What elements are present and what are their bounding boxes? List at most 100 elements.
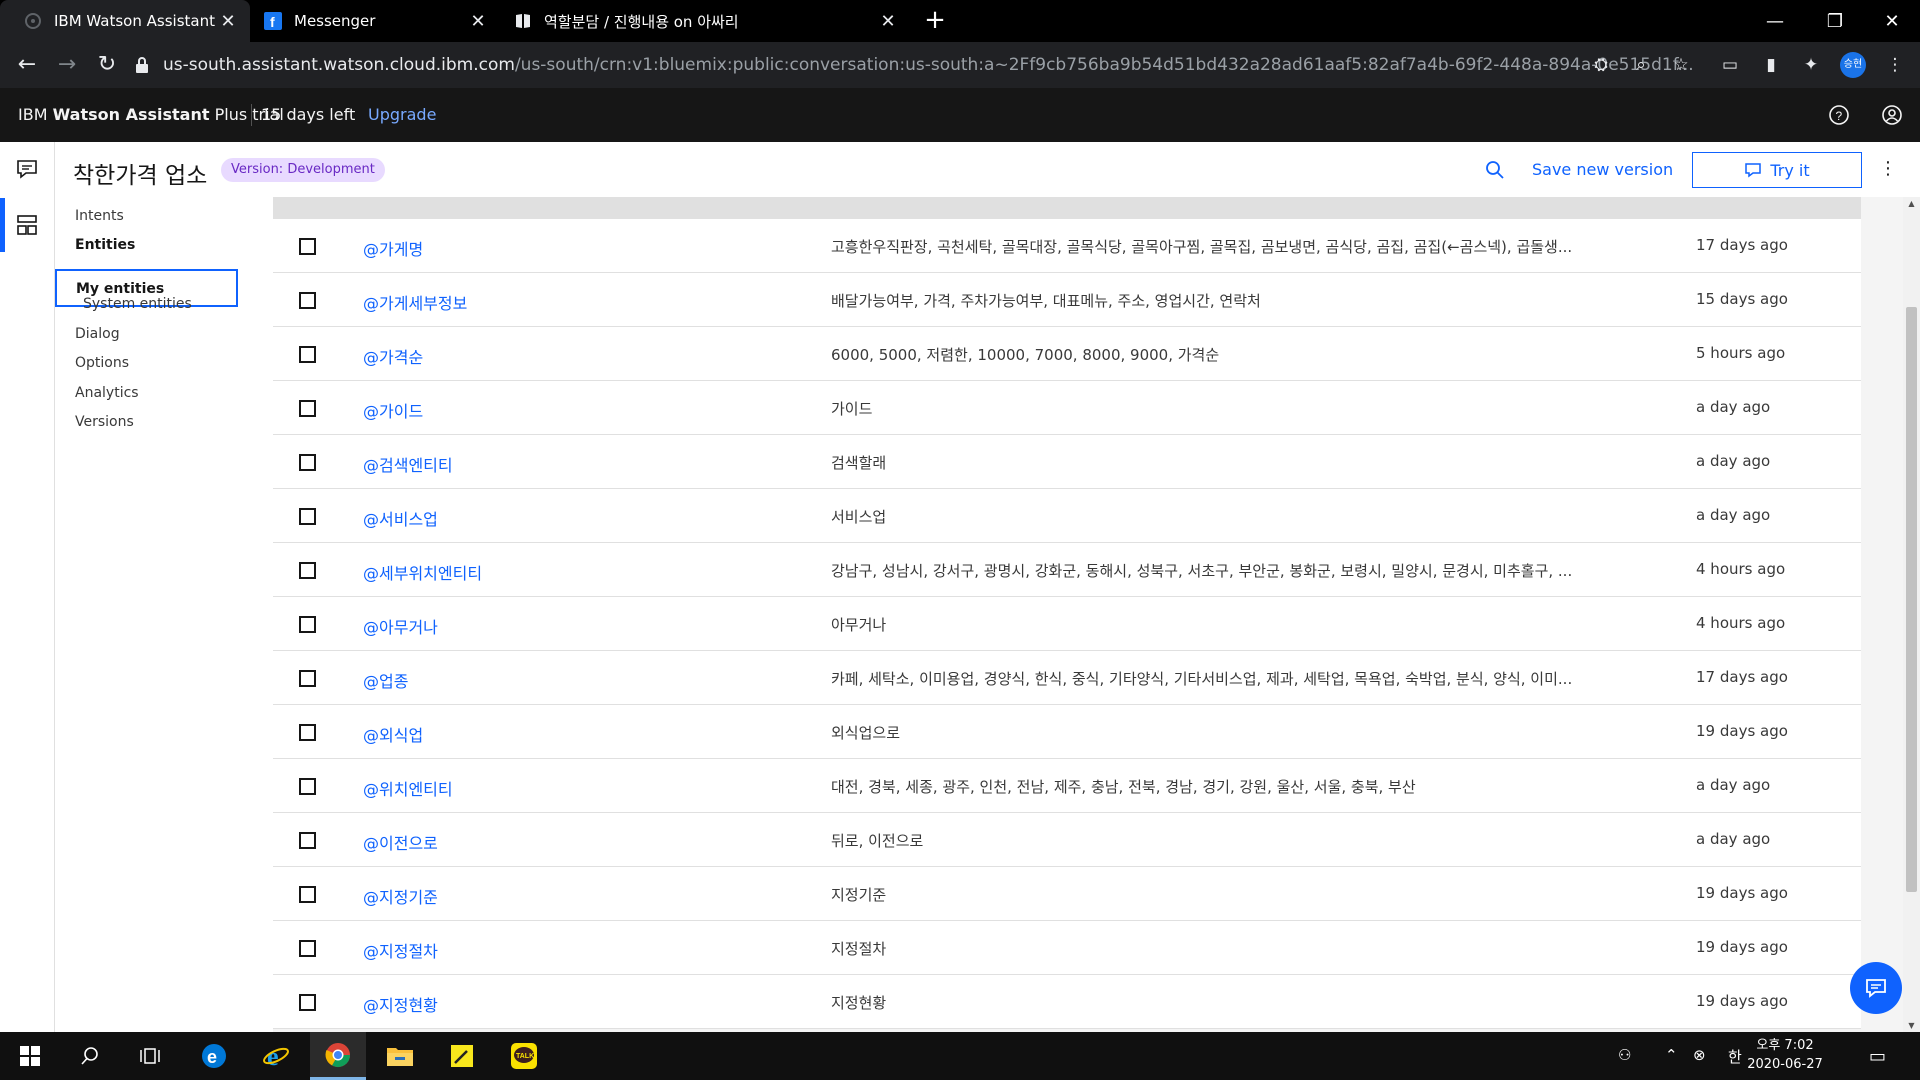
- search-icon[interactable]: [1485, 160, 1505, 180]
- entity-name-link[interactable]: @가게명: [363, 236, 423, 260]
- nav-options[interactable]: Options: [75, 355, 129, 371]
- scroll-down-icon[interactable]: ▼: [1903, 1021, 1920, 1030]
- row-checkbox[interactable]: [299, 292, 316, 309]
- entity-name-link[interactable]: @외식업: [363, 722, 423, 746]
- table-row[interactable]: @지정절차 지정절차 19 days ago: [273, 921, 1861, 975]
- product-name[interactable]: IBM Watson Assistant Plus trial: [18, 105, 284, 124]
- table-row[interactable]: @이전으로 뒤로, 이전으로 a day ago: [273, 813, 1861, 867]
- try-it-button[interactable]: Try it: [1692, 152, 1862, 188]
- nav-system-entities[interactable]: System entities: [83, 296, 192, 312]
- extension-icon[interactable]: ▮: [1756, 50, 1786, 80]
- upgrade-link[interactable]: Upgrade: [368, 105, 436, 124]
- internet-explorer-icon[interactable]: e: [248, 1032, 304, 1080]
- ime-indicator[interactable]: 한: [1728, 1046, 1742, 1067]
- puzzle-extensions-icon[interactable]: ✦: [1796, 50, 1826, 80]
- row-checkbox[interactable]: [299, 886, 316, 903]
- overflow-menu-icon[interactable]: ⋮: [1879, 160, 1897, 178]
- windows-start-icon[interactable]: [2, 1032, 58, 1080]
- save-new-version-button[interactable]: Save new version: [1532, 160, 1673, 179]
- sticky-notes-icon[interactable]: [434, 1032, 490, 1080]
- extension-cast-icon[interactable]: ▭: [1715, 50, 1745, 80]
- row-checkbox[interactable]: [299, 454, 316, 471]
- translate-icon[interactable]: ⛭: [1586, 50, 1616, 80]
- notifications-icon[interactable]: ▭: [1869, 1046, 1886, 1067]
- chrome-icon[interactable]: [310, 1032, 366, 1080]
- search-icon[interactable]: [62, 1032, 118, 1080]
- entity-name-link[interactable]: @가게세부정보: [363, 290, 467, 314]
- table-row[interactable]: @검색엔티티 검색할래 a day ago: [273, 435, 1861, 489]
- zoom-icon[interactable]: ⌕: [1626, 50, 1656, 80]
- browser-menu-icon[interactable]: ⋮: [1880, 50, 1910, 80]
- entity-name-link[interactable]: @이전으로: [363, 830, 438, 854]
- close-tab-icon[interactable]: ✕: [466, 11, 490, 32]
- table-row[interactable]: @서비스업 서비스업 a day ago: [273, 489, 1861, 543]
- row-checkbox[interactable]: [299, 670, 316, 687]
- row-checkbox[interactable]: [299, 562, 316, 579]
- row-checkbox[interactable]: [299, 832, 316, 849]
- row-checkbox[interactable]: [299, 616, 316, 633]
- chat-launcher-button[interactable]: [1850, 962, 1902, 1014]
- entity-name-link[interactable]: @세부위치엔티티: [363, 560, 482, 584]
- entity-name-link[interactable]: @서비스업: [363, 506, 438, 530]
- address-bar[interactable]: us-south.assistant.watson.cloud.ibm.com/…: [135, 47, 1725, 83]
- close-tab-icon[interactable]: ✕: [216, 11, 240, 32]
- nav-analytics[interactable]: Analytics: [75, 385, 139, 401]
- people-icon[interactable]: ⚇: [1618, 1046, 1631, 1064]
- clock[interactable]: 오후 7:02 2020-06-27: [1745, 1036, 1825, 1074]
- row-checkbox[interactable]: [299, 400, 316, 417]
- row-checkbox[interactable]: [299, 778, 316, 795]
- table-row[interactable]: @위치엔티티 대전, 경북, 세종, 광주, 인천, 전남, 제주, 충남, 전북…: [273, 759, 1861, 813]
- vertical-scrollbar[interactable]: ▲ ▼: [1903, 197, 1920, 1032]
- skills-icon[interactable]: [14, 212, 40, 238]
- entity-name-link[interactable]: @업종: [363, 668, 408, 692]
- entity-name-link[interactable]: @지정현황: [363, 992, 438, 1016]
- scroll-up-icon[interactable]: ▲: [1903, 199, 1920, 208]
- row-checkbox[interactable]: [299, 238, 316, 255]
- table-row[interactable]: @지정현황 지정현황 19 days ago: [273, 975, 1861, 1029]
- restore-icon[interactable]: ❐: [1805, 0, 1865, 42]
- entity-name-link[interactable]: @가이드: [363, 398, 423, 422]
- row-checkbox[interactable]: [299, 724, 316, 741]
- edge-icon[interactable]: e: [186, 1032, 242, 1080]
- new-tab-button[interactable]: +: [920, 6, 950, 36]
- entity-name-link[interactable]: @가격순: [363, 344, 423, 368]
- table-row[interactable]: @가격순 6000, 5000, 저렴한, 10000, 7000, 8000, …: [273, 327, 1861, 381]
- chat-bubble-icon[interactable]: [14, 156, 40, 182]
- entity-name-link[interactable]: @아무거나: [363, 614, 438, 638]
- file-explorer-icon[interactable]: [372, 1032, 428, 1080]
- browser-tab-notion[interactable]: 역할분담 / 진행내용 on 아싸리 ✕: [500, 0, 910, 42]
- entity-name-link[interactable]: @지정절차: [363, 938, 438, 962]
- close-tab-icon[interactable]: ✕: [876, 11, 900, 32]
- minimize-icon[interactable]: —: [1745, 0, 1805, 42]
- nav-versions[interactable]: Versions: [75, 414, 134, 430]
- nav-dialog[interactable]: Dialog: [75, 326, 120, 342]
- task-view-icon[interactable]: [122, 1032, 178, 1080]
- row-checkbox[interactable]: [299, 994, 316, 1011]
- bookmark-star-icon[interactable]: ☆: [1666, 50, 1696, 80]
- reload-icon[interactable]: ↻: [92, 50, 122, 80]
- table-row[interactable]: @가게세부정보 배달가능여부, 가격, 주차가능여부, 대표메뉴, 주소, 영업시…: [273, 273, 1861, 327]
- close-window-icon[interactable]: ✕: [1862, 0, 1920, 42]
- network-off-icon[interactable]: ⊗: [1693, 1046, 1706, 1064]
- scroll-thumb[interactable]: [1906, 307, 1917, 892]
- browser-tab-messenger[interactable]: f Messenger ✕: [250, 0, 500, 42]
- table-row[interactable]: @아무거나 아무거나 4 hours ago: [273, 597, 1861, 651]
- help-icon[interactable]: ?: [1826, 102, 1852, 128]
- row-checkbox[interactable]: [299, 940, 316, 957]
- table-row[interactable]: @외식업 외식업으로 19 days ago: [273, 705, 1861, 759]
- table-row[interactable]: @가게명 고흥한우직판장, 곡천세탁, 골목대장, 골목식당, 골목아구찜, 골목…: [273, 219, 1861, 273]
- tray-expand-icon[interactable]: ⌃: [1665, 1046, 1678, 1064]
- kakaotalk-icon[interactable]: TALK: [496, 1032, 552, 1080]
- table-row[interactable]: @업종 카페, 세탁소, 이미용업, 경양식, 한식, 중식, 기타양식, 기타서…: [273, 651, 1861, 705]
- back-icon[interactable]: ←: [12, 50, 42, 80]
- entity-name-link[interactable]: @검색엔티티: [363, 452, 453, 476]
- entity-name-link[interactable]: @지정기준: [363, 884, 438, 908]
- profile-avatar[interactable]: 승현: [1840, 52, 1866, 78]
- entity-name-link[interactable]: @위치엔티티: [363, 776, 453, 800]
- table-row[interactable]: @지정기준 지정기준 19 days ago: [273, 867, 1861, 921]
- table-row[interactable]: @가이드 가이드 a day ago: [273, 381, 1861, 435]
- nav-entities[interactable]: Entities: [75, 237, 135, 253]
- row-checkbox[interactable]: [299, 346, 316, 363]
- table-row[interactable]: @세부위치엔티티 강남구, 성남시, 강서구, 광명시, 강화군, 동해시, 성북…: [273, 543, 1861, 597]
- browser-tab-watson[interactable]: IBM Watson Assistant ✕: [0, 0, 250, 42]
